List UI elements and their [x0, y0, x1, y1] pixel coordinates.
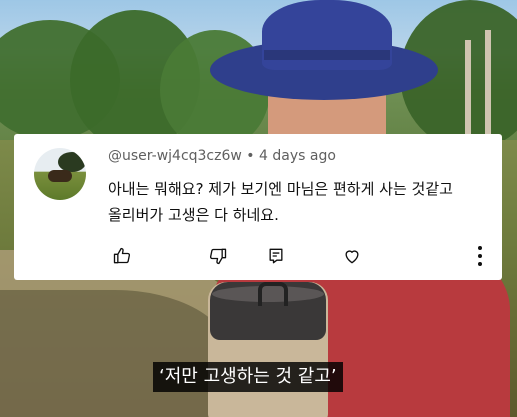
comment-actions [108, 244, 488, 268]
bottle-handle [258, 282, 288, 306]
hat-band [264, 50, 390, 60]
reply-icon[interactable] [264, 244, 288, 268]
comment-card: @user-wj4cq3cz6w • 4 days ago 아내는 뭐해요? 제… [14, 134, 502, 280]
comment-text: 아내는 뭐해요? 제가 보기엔 마님은 편하게 사는 것같고 올리버가 고생은 … [108, 176, 488, 228]
comment-text-line: 올리버가 고생은 다 하네요. [108, 206, 279, 224]
comment-text-line: 아내는 뭐해요? 제가 보기엔 마님은 편하게 사는 것같고 [108, 180, 453, 198]
heart-icon[interactable] [340, 244, 364, 268]
thumbs-up-icon[interactable] [110, 244, 134, 268]
more-vert-icon[interactable] [472, 242, 488, 270]
thumbs-down-icon[interactable] [206, 244, 230, 268]
avatar-tree [58, 152, 86, 172]
avatar[interactable] [34, 148, 86, 200]
meta-separator: • [246, 148, 255, 164]
comment-meta: @user-wj4cq3cz6w • 4 days ago [108, 148, 336, 164]
video-subtitle: ‘저만 고생하는 것 같고’ [153, 362, 343, 392]
tree-trunk [485, 30, 491, 150]
comment-timestamp[interactable]: 4 days ago [259, 148, 336, 164]
comment-username[interactable]: @user-wj4cq3cz6w [108, 148, 242, 164]
ground-shadow [0, 290, 230, 417]
avatar-animal [48, 170, 72, 182]
